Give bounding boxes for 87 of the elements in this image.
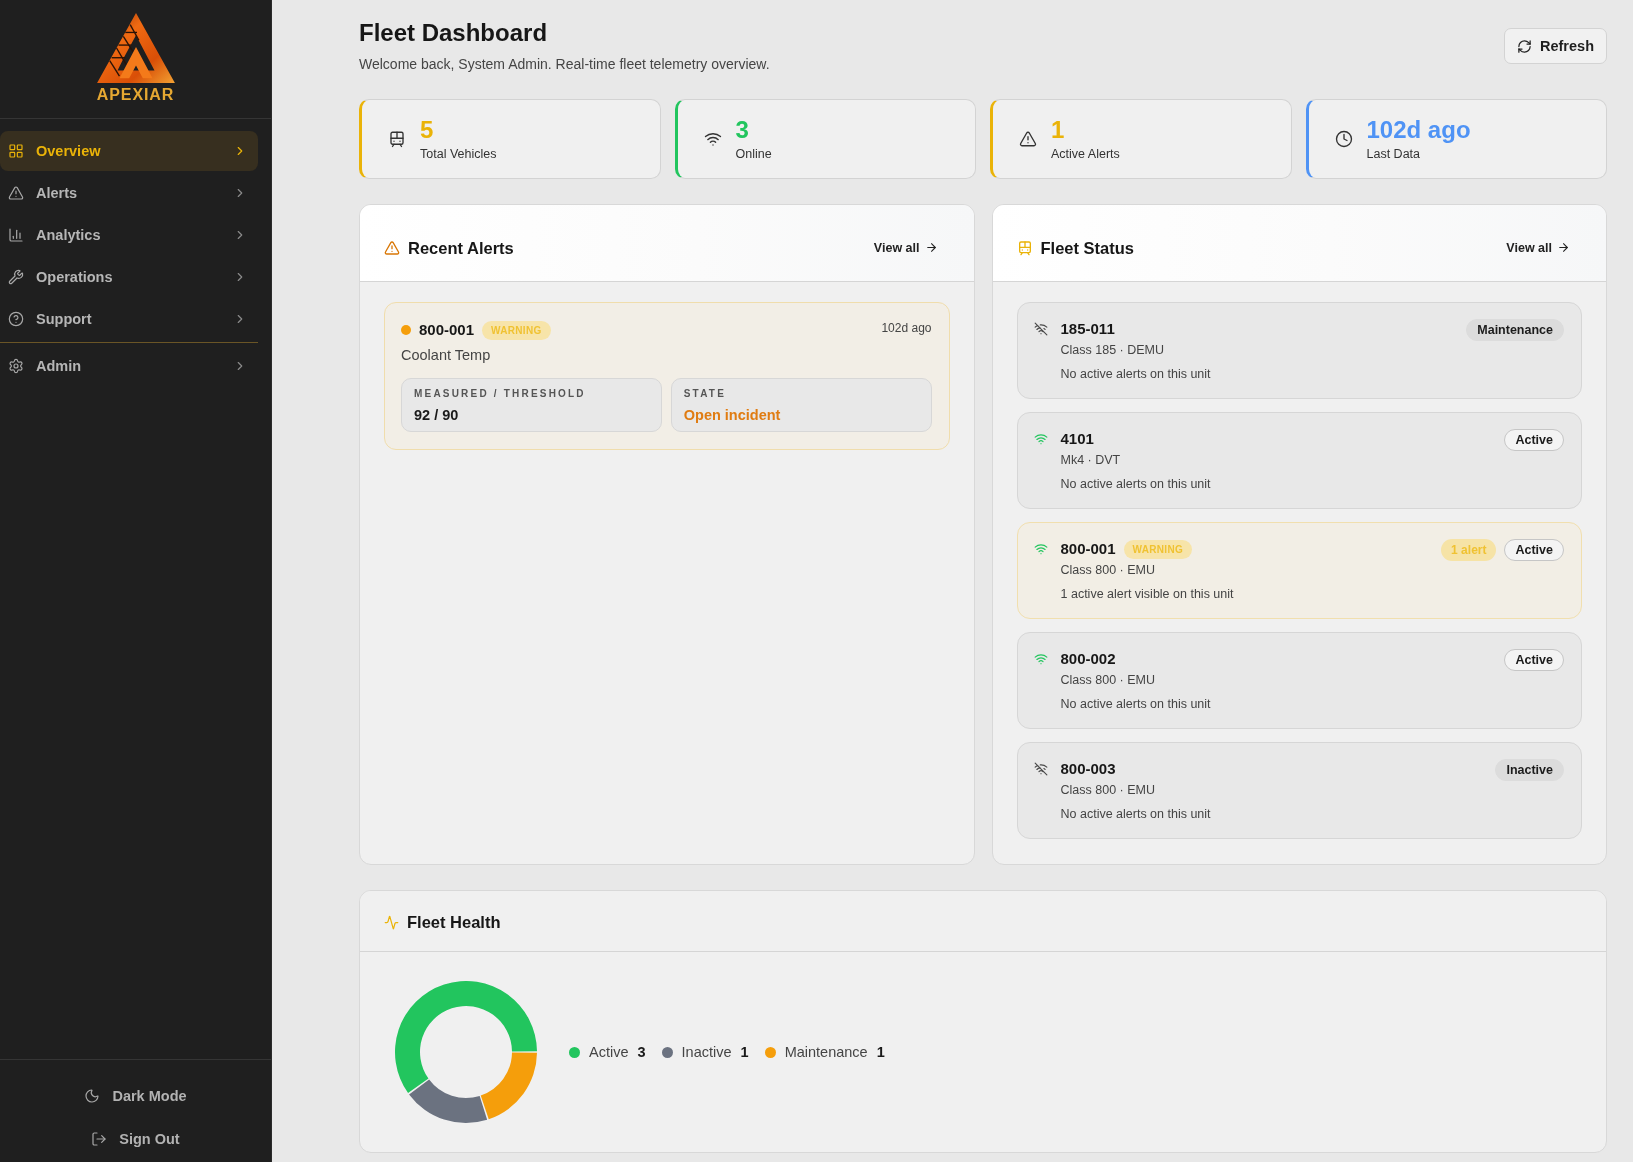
tram-icon — [388, 130, 406, 148]
unit-detail: Class 800 · EMU — [1060, 672, 1156, 689]
brand-name: APEXIAR — [96, 86, 175, 104]
help-icon — [8, 311, 24, 327]
nav-item[interactable]: Overview — [0, 131, 258, 171]
stat-label: Last Data — [1366, 146, 1421, 162]
unit-card[interactable]: 800-002 Class 800 · EMU No active alerts on this unit Active — [1016, 632, 1582, 729]
nav-item[interactable]: Analytics — [0, 215, 258, 255]
field-label: STATE — [683, 387, 728, 400]
sign-out-icon — [91, 1131, 108, 1147]
wrench-icon — [8, 269, 24, 285]
legend-count: 1 — [876, 1043, 885, 1061]
triangle-logo-icon — [94, 12, 177, 84]
clock-icon — [1334, 130, 1353, 148]
status-badge: Maintenance — [1466, 319, 1564, 341]
alert-card[interactable]: 800-001 WARNING 102d ago Coolant Temp MEASURED / THRESHOLD 92 / 90 STATE Open incident — [384, 302, 950, 450]
stat-label: Total Vehicles — [420, 146, 497, 162]
unit-note: No active alerts on this unit — [1060, 366, 1212, 383]
panel-title: Fleet Status — [1040, 237, 1135, 259]
legend-label: Maintenance — [784, 1043, 868, 1061]
wifi-icon — [703, 130, 722, 148]
severity-badge: WARNING — [482, 320, 551, 340]
status-badge: Active — [1504, 539, 1564, 561]
unit-detail: Class 185 · DEMU — [1060, 342, 1165, 359]
legend-label: Active — [589, 1043, 629, 1061]
stat-label: Active Alerts — [1051, 146, 1120, 162]
nav-item[interactable]: Admin — [0, 346, 258, 386]
tram-icon — [1016, 239, 1033, 256]
severity-badge: WARNING — [1123, 539, 1192, 559]
page-title: Fleet Dashboard — [359, 18, 549, 48]
stat-value: 1 — [1051, 116, 1066, 144]
unit-note: No active alerts on this unit — [1060, 476, 1212, 493]
legend-label: Inactive — [681, 1043, 732, 1061]
unit-card[interactable]: 4101 Mk4 · DVT No active alerts on this unit Active — [1016, 412, 1582, 509]
unit-id: 800-001 — [1060, 539, 1116, 559]
stat-value: 5 — [420, 116, 435, 144]
status-badge: Inactive — [1495, 759, 1564, 781]
unit-id: 185-011 — [1060, 319, 1115, 339]
unit-detail: Class 800 · EMU — [1060, 782, 1156, 799]
arrow-right-icon — [1557, 241, 1570, 254]
unit-card[interactable]: 185-011 Class 185 · DEMU No active alerts on this unit Maintenance — [1016, 302, 1582, 399]
theme-toggle[interactable]: Dark Mode — [76, 1078, 195, 1114]
sign-out-button[interactable]: Sign Out — [83, 1121, 188, 1157]
warning-icon — [1019, 130, 1037, 148]
nav-item[interactable]: Support — [0, 299, 258, 339]
unit-id: 4101 — [1060, 429, 1094, 449]
arrow-right-icon — [924, 241, 938, 254]
alert-metric: Coolant Temp — [401, 346, 492, 365]
field-value: Open incident — [683, 406, 782, 424]
stat-value: 3 — [735, 116, 750, 144]
page-subtitle: Welcome back, System Admin. Real-time fleet telemetry overview. — [359, 55, 770, 74]
refresh-button[interactable]: Refresh — [1504, 28, 1607, 64]
pulse-icon — [384, 914, 399, 930]
stat-label: Online — [735, 146, 772, 162]
settings-icon — [8, 358, 24, 374]
legend-count: 3 — [637, 1043, 646, 1061]
unit-id: 800-002 — [1060, 649, 1116, 669]
unit-id: 800-003 — [1060, 759, 1116, 779]
field-value: 92 / 90 — [414, 406, 460, 424]
refresh-icon — [1517, 38, 1532, 54]
view-all-link[interactable]: View all — [873, 240, 938, 255]
unit-note: No active alerts on this unit — [1060, 806, 1212, 823]
status-dot — [401, 325, 411, 335]
unit-note: 1 active alert visible on this unit — [1060, 586, 1235, 603]
warning-icon — [8, 185, 24, 201]
alert-count-badge: 1 alert — [1441, 539, 1497, 561]
nav-item[interactable]: Alerts — [0, 173, 258, 213]
status-badge: Active — [1504, 649, 1564, 671]
legend-count: 1 — [740, 1043, 749, 1061]
unit-card[interactable]: 800-003 Class 800 · EMU No active alerts on this unit Inactive — [1016, 742, 1582, 839]
moon-icon — [84, 1088, 101, 1104]
unit-note: No active alerts on this unit — [1060, 696, 1212, 713]
panel-title: Recent Alerts — [408, 237, 514, 259]
view-all-link[interactable]: View all — [1506, 240, 1570, 255]
field-label: MEASURED / THRESHOLD — [414, 387, 587, 400]
grid-icon — [8, 143, 24, 159]
unit-detail: Class 800 · EMU — [1060, 562, 1156, 579]
panel-title: Fleet Health — [407, 912, 501, 933]
unit-id: 800-001 — [419, 320, 475, 340]
stat-value: 102d ago — [1366, 116, 1471, 144]
status-badge: Active — [1504, 429, 1564, 451]
unit-card[interactable]: 800-001 WARNING Class 800 · EMU 1 active alert visible on this unit 1 alert Active — [1016, 522, 1582, 619]
nav-item[interactable]: Operations — [0, 257, 258, 297]
warning-icon — [384, 239, 400, 256]
unit-detail: Mk4 · DVT — [1060, 452, 1122, 469]
bar-chart-icon — [8, 227, 24, 243]
alert-time: 102d ago — [881, 320, 932, 336]
